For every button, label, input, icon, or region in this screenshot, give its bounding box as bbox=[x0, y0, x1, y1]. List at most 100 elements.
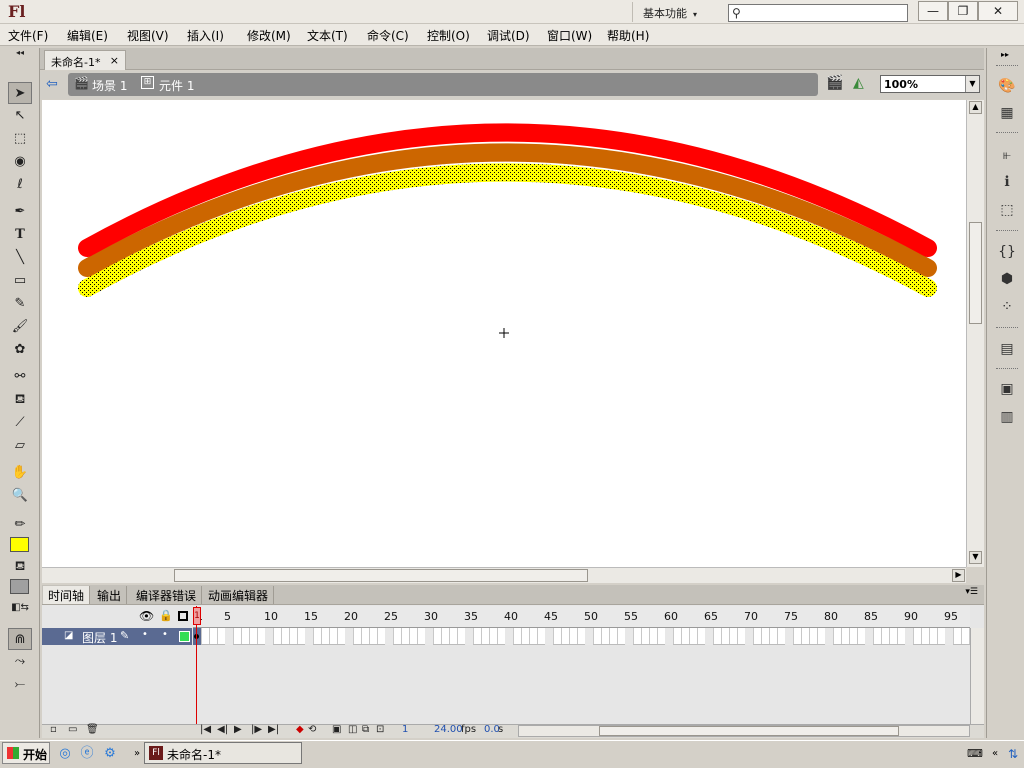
selection-tool-icon[interactable]: ➤ bbox=[8, 82, 32, 104]
menu-insert[interactable]: 插入(I) bbox=[187, 27, 224, 44]
lasso-tool-icon[interactable]: ℓ bbox=[8, 174, 32, 196]
layer-name[interactable]: 图层 1 bbox=[82, 629, 117, 646]
restore-button[interactable]: ❐ bbox=[948, 1, 978, 21]
edit-symbols-icon[interactable]: ◭ bbox=[853, 75, 864, 91]
center-frame-icon[interactable]: ◆ bbox=[296, 724, 304, 735]
menu-modify[interactable]: 修改(M) bbox=[247, 27, 291, 44]
taskbar-app-button[interactable]: Fl 未命名-1* bbox=[144, 742, 302, 764]
paint-bucket-tool-icon[interactable]: ⛾ bbox=[8, 389, 32, 411]
zoom-tool-icon[interactable]: 🔍 bbox=[8, 485, 32, 507]
tab-timeline[interactable]: 时间轴 bbox=[43, 586, 91, 604]
browser-icon[interactable]: ◎ bbox=[56, 745, 74, 763]
tab-output[interactable]: 输出 bbox=[92, 586, 128, 604]
tab-motion-editor[interactable]: 动画编辑器 bbox=[203, 586, 275, 604]
close-window-button[interactable]: ✕ bbox=[978, 1, 1018, 21]
play-icon[interactable]: ▶ bbox=[234, 724, 242, 735]
stroke-color-icon[interactable]: ✏ bbox=[8, 514, 32, 536]
menu-edit[interactable]: 编辑(E) bbox=[67, 27, 108, 44]
visibility-dot[interactable]: • bbox=[142, 629, 148, 640]
collapse-icon[interactable]: ◂◂ bbox=[8, 48, 32, 60]
minimize-button[interactable]: — bbox=[918, 1, 948, 21]
pen-tool-icon[interactable]: ✒ bbox=[8, 201, 32, 223]
loop-icon[interactable]: ⟲ bbox=[308, 724, 316, 735]
components-panel-icon[interactable]: ⬢ bbox=[996, 268, 1018, 290]
timeline-vertical-scrollbar[interactable] bbox=[970, 628, 984, 724]
network-icon[interactable]: ⇅ bbox=[1004, 745, 1022, 763]
library-panel-icon[interactable]: ▤ bbox=[996, 338, 1018, 360]
breadcrumb-scene[interactable]: 场景 1 bbox=[92, 77, 127, 94]
frame-ruler[interactable]: 1 5 10 15 20 25 30 35 40 45 50 55 60 65 … bbox=[193, 606, 970, 628]
project-panel-icon[interactable]: ▥ bbox=[996, 406, 1018, 428]
onion-skin-icon[interactable]: ▣ bbox=[332, 724, 341, 735]
ie-icon[interactable]: ⓔ bbox=[78, 745, 96, 763]
onion-skin-outlines-icon[interactable]: ◫ bbox=[348, 724, 357, 735]
current-frame-readout[interactable]: 1 bbox=[402, 724, 408, 735]
bone-tool-icon[interactable]: ⚯ bbox=[8, 366, 32, 388]
scrollbar-thumb[interactable] bbox=[969, 222, 982, 324]
info-panel-icon[interactable]: ℹ bbox=[996, 171, 1018, 193]
start-button[interactable]: 开始 bbox=[2, 742, 50, 764]
scroll-down-icon[interactable]: ▼ bbox=[969, 551, 982, 564]
color-panel-icon[interactable]: 🎨 bbox=[996, 75, 1018, 97]
scrollbar-thumb[interactable] bbox=[174, 569, 588, 582]
fps-readout[interactable]: 24.00 bbox=[434, 724, 463, 735]
menu-commands[interactable]: 命令(C) bbox=[367, 27, 409, 44]
menu-window[interactable]: 窗口(W) bbox=[547, 27, 592, 44]
breadcrumb-symbol[interactable]: 元件 1 bbox=[159, 77, 194, 94]
modify-markers-icon[interactable]: ⊡ bbox=[376, 724, 384, 735]
line-tool-icon[interactable]: ╲ bbox=[8, 247, 32, 269]
align-panel-icon[interactable]: ⫦ bbox=[996, 144, 1018, 166]
transform-panel-icon[interactable]: ⬚ bbox=[996, 199, 1018, 221]
free-transform-tool-icon[interactable]: ⬚ bbox=[8, 128, 32, 150]
delete-layer-icon[interactable]: 🗑 bbox=[86, 724, 99, 735]
motion-presets-icon[interactable]: ⁘ bbox=[996, 296, 1018, 318]
eraser-tool-icon[interactable]: ▱ bbox=[8, 435, 32, 457]
edit-scene-icon[interactable]: 🎬 bbox=[826, 75, 843, 91]
first-frame-icon[interactable]: |◀ bbox=[200, 724, 211, 735]
straighten-icon[interactable]: ⤚ bbox=[8, 674, 32, 696]
menu-text[interactable]: 文本(T) bbox=[307, 27, 348, 44]
workspace-switcher[interactable]: 基本功能 ▾ bbox=[632, 2, 716, 22]
document-tab[interactable]: 未命名-1* × bbox=[44, 50, 126, 70]
zoom-select[interactable]: 100% ▼ bbox=[880, 75, 980, 93]
text-tool-icon[interactable]: T bbox=[8, 224, 32, 246]
code-snippets-icon[interactable]: {} bbox=[996, 241, 1018, 263]
menu-view[interactable]: 视图(V) bbox=[127, 27, 169, 44]
scroll-up-icon[interactable]: ▲ bbox=[969, 101, 982, 114]
close-tab-icon[interactable]: × bbox=[110, 54, 119, 67]
scroll-right-icon[interactable]: ▶ bbox=[952, 569, 965, 582]
search-input[interactable]: ⚲ bbox=[728, 4, 908, 22]
expand-panels-icon[interactable]: ▸▸ bbox=[1001, 50, 1009, 59]
timeline-horizontal-scrollbar[interactable] bbox=[518, 725, 970, 737]
new-folder-icon[interactable]: ▭ bbox=[68, 724, 77, 735]
properties-panel-icon[interactable]: ▣ bbox=[996, 378, 1018, 400]
tab-compiler-errors[interactable]: 编译器错误 bbox=[131, 586, 203, 604]
3d-rotation-tool-icon[interactable]: ◉ bbox=[8, 151, 32, 173]
stage-horizontal-scrollbar[interactable]: ▶ bbox=[42, 567, 966, 583]
edit-multiple-frames-icon[interactable]: ⧉ bbox=[362, 724, 369, 735]
panel-menu-icon[interactable]: ▾☰ bbox=[965, 587, 978, 597]
tray-expand-icon[interactable]: « bbox=[986, 745, 1004, 763]
scrollbar-thumb[interactable] bbox=[599, 726, 899, 736]
rectangle-tool-icon[interactable]: ▭ bbox=[8, 270, 32, 292]
stage-vertical-scrollbar[interactable]: ▲ ▼ bbox=[966, 100, 984, 567]
swatches-panel-icon[interactable]: ▦ bbox=[996, 102, 1018, 124]
fill-color-swatch[interactable] bbox=[10, 579, 29, 594]
pencil-tool-icon[interactable]: ✎ bbox=[8, 293, 32, 315]
settings-icon[interactable]: ⚙ bbox=[101, 745, 119, 763]
fill-color-icon[interactable]: ⛾ bbox=[8, 556, 32, 578]
subselection-tool-icon[interactable]: ↖ bbox=[8, 105, 32, 127]
last-frame-icon[interactable]: ▶| bbox=[268, 724, 279, 735]
menu-help[interactable]: 帮助(H) bbox=[607, 27, 649, 44]
next-frame-icon[interactable]: |▶ bbox=[251, 724, 262, 735]
keyframe[interactable] bbox=[193, 628, 201, 645]
menu-debug[interactable]: 调试(D) bbox=[487, 27, 530, 44]
lock-icon[interactable]: 🔒 bbox=[159, 609, 173, 622]
new-layer-icon[interactable]: ▫ bbox=[50, 724, 57, 735]
layer-row[interactable]: ◪ 图层 1 ✎ • • bbox=[42, 628, 192, 645]
swap-colors-icon[interactable]: ◧⇆ bbox=[8, 597, 32, 619]
back-arrow-icon[interactable]: ⇦ bbox=[46, 76, 58, 92]
snap-to-objects-icon[interactable]: ⋒ bbox=[8, 628, 32, 650]
keyboard-icon[interactable]: ⌨ bbox=[966, 745, 984, 763]
layer-outline-color[interactable] bbox=[179, 631, 190, 642]
